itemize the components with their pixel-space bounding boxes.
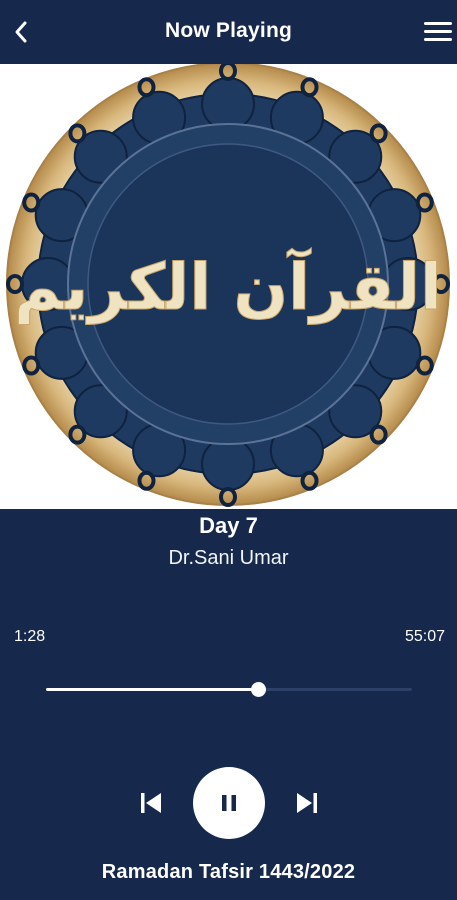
album-artwork: القرآن الكريم bbox=[0, 64, 457, 509]
page-title: Now Playing bbox=[164, 19, 293, 42]
previous-button[interactable] bbox=[138, 790, 164, 816]
skip-next-icon bbox=[297, 793, 317, 813]
track-artist: Dr.Sani Umar bbox=[168, 547, 289, 569]
hamburger-menu-icon bbox=[424, 22, 452, 25]
seek-thumb[interactable] bbox=[251, 682, 267, 697]
seek-bar[interactable] bbox=[46, 680, 412, 700]
album-title: Ramadan Tafsir 1443/2022 bbox=[101, 861, 356, 883]
app-bar: Now Playing bbox=[0, 0, 457, 64]
total-duration: 55:07 bbox=[404, 628, 445, 645]
next-button[interactable] bbox=[294, 790, 320, 816]
calligraphy-text: القرآن الكريم bbox=[14, 247, 442, 325]
seek-progress bbox=[46, 688, 259, 691]
play-pause-button[interactable] bbox=[193, 767, 265, 839]
elapsed-time: 1:28 bbox=[14, 628, 46, 645]
pause-icon bbox=[222, 795, 236, 811]
track-title: Day 7 bbox=[199, 513, 258, 538]
menu-button[interactable] bbox=[422, 20, 454, 44]
quran-emblem-image: القرآن الكريم bbox=[6, 64, 450, 507]
skip-previous-icon bbox=[141, 793, 161, 813]
